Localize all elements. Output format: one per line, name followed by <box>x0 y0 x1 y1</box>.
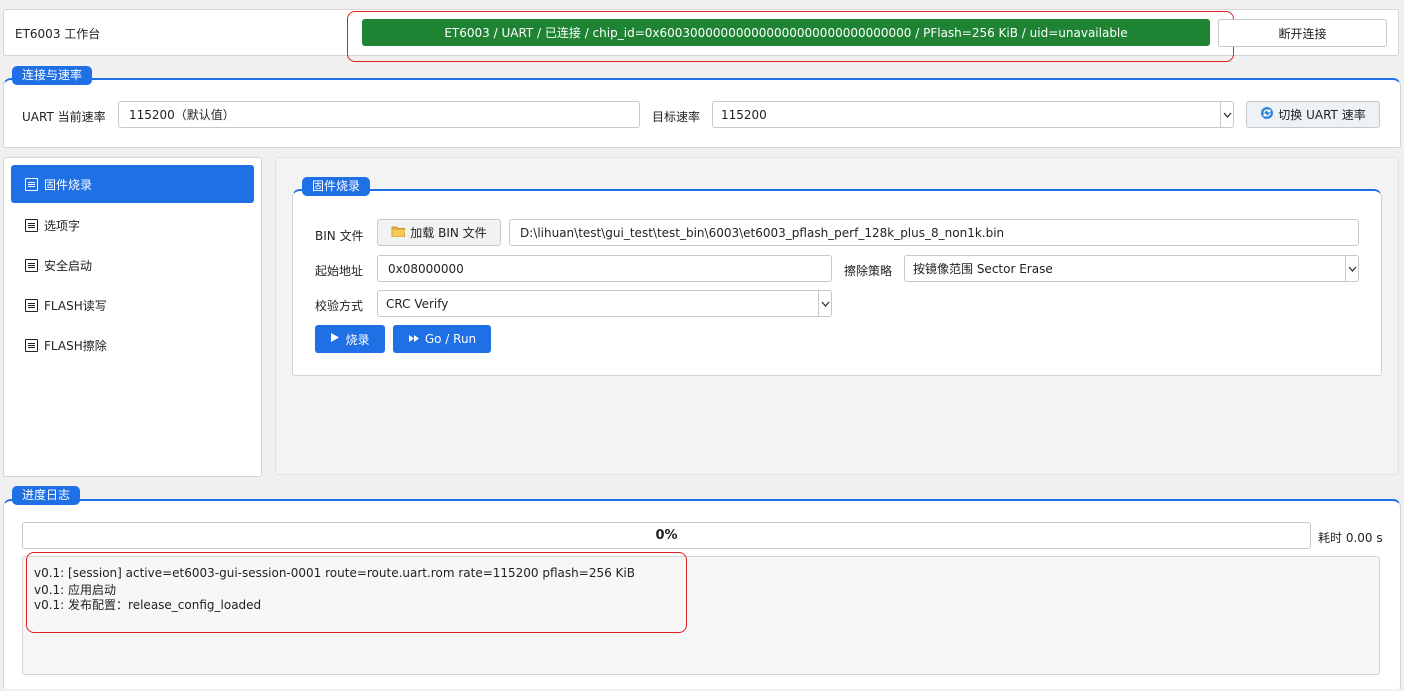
sidebar-item-flash-erase[interactable]: FLASH擦除 <box>11 326 254 364</box>
go-run-button-label: Go / Run <box>424 332 477 346</box>
bin-path-field[interactable]: D:\lihuan\test\gui_test\test_bin\6003\et… <box>509 219 1359 246</box>
progress-text: 0% <box>655 528 678 543</box>
sidebar-item-flash-rw[interactable]: FLASH读写 <box>11 286 254 324</box>
erase-strategy-label: 擦除策略 <box>844 264 893 278</box>
elapsed-time: 耗时 0.00 s <box>1318 531 1383 545</box>
load-bin-label: 加载 BIN 文件 <box>410 226 487 240</box>
start-address-field[interactable]: 0x08000000 <box>377 255 832 282</box>
current-rate-label: UART 当前速率 <box>22 110 106 124</box>
log-line: v0.1: 发布配置：release_config_loaded <box>34 598 262 612</box>
sidebar-item-label: FLASH擦除 <box>44 338 107 353</box>
burn-button[interactable]: 烧录 <box>315 325 385 353</box>
bin-file-label: BIN 文件 <box>315 229 364 243</box>
sidebar-item-label: 固件烧录 <box>44 177 93 192</box>
document-icon <box>25 298 38 312</box>
disconnect-button[interactable]: 断开连接 <box>1218 19 1387 47</box>
sidebar-item-label: 选项字 <box>44 218 81 233</box>
document-icon <box>25 177 38 191</box>
chevron-down-icon <box>1220 102 1233 127</box>
document-icon <box>25 338 38 352</box>
progress-log-group-title: 进度日志 <box>12 486 81 505</box>
switch-uart-rate-label: 切换 UART 速率 <box>1278 108 1366 122</box>
verify-method-label: 校验方式 <box>315 299 364 313</box>
document-icon <box>25 218 38 232</box>
refresh-icon <box>1260 106 1274 123</box>
progress-bar: 0% <box>22 522 1311 549</box>
chevron-down-icon <box>818 291 831 316</box>
fast-forward-icon <box>408 332 420 346</box>
chevron-down-icon <box>1345 256 1358 281</box>
burn-button-label: 烧录 <box>345 332 370 347</box>
sidebar-item-firmware-burn[interactable]: 固件烧录 <box>11 165 254 203</box>
sidebar-item-label: 安全启动 <box>44 258 93 273</box>
current-rate-field[interactable]: 115200（默认值） <box>118 101 640 128</box>
document-icon <box>25 258 38 272</box>
erase-strategy-value: 按镜像范围 Sector Erase <box>913 262 1053 276</box>
folder-icon <box>391 225 406 241</box>
sidebar-item-secure-boot[interactable]: 安全启动 <box>11 246 254 284</box>
sidebar-item-option-bytes[interactable]: 选项字 <box>11 206 254 244</box>
verify-method-select[interactable]: CRC Verify <box>377 290 832 317</box>
play-icon <box>330 332 340 346</box>
connection-group-title: 连接与速率 <box>12 66 93 85</box>
target-rate-value: 115200 <box>721 107 767 122</box>
sidebar-item-label: FLASH读写 <box>44 298 107 313</box>
go-run-button[interactable]: Go / Run <box>393 325 491 353</box>
firmware-burn-group-title: 固件烧录 <box>302 177 371 196</box>
verify-method-value: CRC Verify <box>386 296 449 311</box>
switch-uart-rate-button[interactable]: 切换 UART 速率 <box>1246 101 1380 128</box>
start-address-label: 起始地址 <box>315 264 364 278</box>
load-bin-button[interactable]: 加载 BIN 文件 <box>377 219 501 246</box>
target-rate-label: 目标速率 <box>652 110 701 124</box>
connection-status-bar: ET6003 / UART / 已连接 / chip_id=0x60030000… <box>362 19 1210 46</box>
app-title: ET6003 工作台 <box>15 27 101 41</box>
target-rate-select[interactable]: 115200 <box>712 101 1234 128</box>
log-line: v0.1: [session] active=et6003-gui-sessio… <box>34 566 635 580</box>
erase-strategy-select[interactable]: 按镜像范围 Sector Erase <box>904 255 1359 282</box>
